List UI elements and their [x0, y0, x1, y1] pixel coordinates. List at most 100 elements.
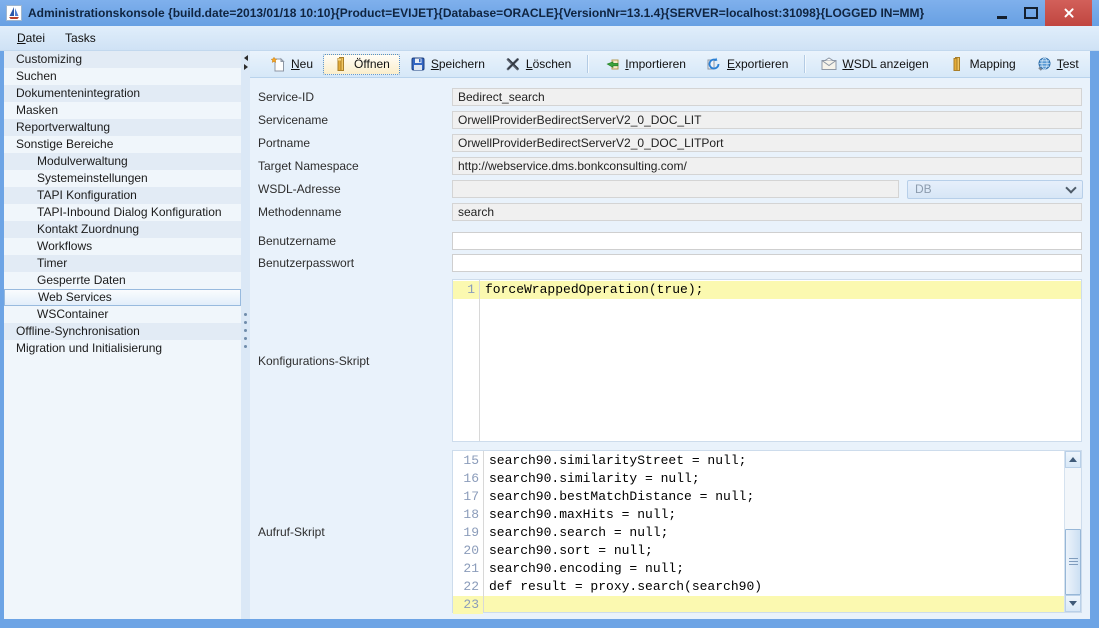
portname-label: Portname — [258, 136, 452, 150]
code-area[interactable]: search90.similarityStreet = null; search… — [484, 451, 1064, 612]
sidebar-item-label: Offline-Synchronisation — [16, 324, 140, 338]
servicename-field[interactable] — [452, 111, 1082, 129]
code-line: search90.similarityStreet = null; — [484, 452, 1064, 470]
sidebar-item-suchen[interactable]: Suchen — [4, 68, 241, 85]
line-number: 23 — [453, 596, 483, 614]
methodenname-row: Methodenname — [258, 203, 1082, 221]
portname-field[interactable] — [452, 134, 1082, 152]
methodenname-label: Methodenname — [258, 205, 452, 219]
sidebar-item-masken[interactable]: Masken — [4, 102, 241, 119]
sidebar-item-dokumentenintegration[interactable]: Dokumentenintegration — [4, 85, 241, 102]
sidebar-splitter[interactable] — [241, 51, 250, 619]
sidebar-item-customizing[interactable]: Customizing — [4, 51, 241, 68]
line-number-gutter: 1 — [453, 280, 480, 441]
menu-datei[interactable]: Datei — [8, 28, 54, 48]
code-line: search90.maxHits = null; — [484, 506, 1064, 524]
toolbar-separator — [587, 55, 588, 73]
app-icon — [6, 5, 22, 21]
wsdl-anzeigen-button[interactable]: WSDL anzeigen — [811, 54, 938, 75]
konfigurations-skript-row: Konfigurations-Skript 1 forceWrappedOper… — [258, 279, 1082, 442]
code-line: forceWrappedOperation(true); — [480, 281, 1081, 299]
scrollbar-track[interactable] — [1065, 468, 1081, 595]
sidebar-item-label: Modulverwaltung — [37, 154, 128, 168]
konfigurations-skript-editor[interactable]: 1 forceWrappedOperation(true); — [452, 279, 1082, 442]
line-number: 1 — [453, 281, 479, 299]
service-id-field[interactable] — [452, 88, 1082, 106]
code-line: search90.bestMatchDistance = null; — [484, 488, 1064, 506]
portname-row: Portname — [258, 134, 1082, 152]
window-controls — [987, 0, 1092, 26]
sidebar-item-systemeinstellungen[interactable]: Systemeinstellungen — [4, 170, 241, 187]
window-title: Administrationskonsole {build.date=2013/… — [28, 6, 981, 20]
sidebar-item-gesperrte-daten[interactable]: Gesperrte Daten — [4, 272, 241, 289]
sidebar-item-web-services[interactable]: Web Services — [4, 289, 241, 306]
code-area[interactable]: forceWrappedOperation(true); — [480, 280, 1081, 441]
webservice-form: Service-ID Servicename Portname Target N… — [250, 78, 1090, 619]
line-number: 20 — [453, 542, 483, 560]
sidebar-item-tapi-konfiguration[interactable]: TAPI Konfiguration — [4, 187, 241, 204]
folder-icon — [949, 56, 965, 72]
sidebar-item-tapi-inbound-dialog-konfiguration[interactable]: TAPI-Inbound Dialog Konfiguration — [4, 204, 241, 221]
importieren-button[interactable]: Importieren — [594, 54, 696, 75]
aufruf-skript-label: Aufruf-Skript — [258, 450, 452, 613]
title-bar: Administrationskonsole {build.date=2013/… — [0, 0, 1099, 26]
scrollbar-thumb[interactable] — [1065, 529, 1081, 595]
benutzername-field[interactable] — [452, 232, 1082, 250]
close-icon — [1063, 7, 1075, 19]
aufruf-skript-editor[interactable]: 15 16 17 18 19 20 21 22 23 search90.simi… — [452, 450, 1082, 613]
sidebar-item-kontakt-zuordnung[interactable]: Kontakt Zuordnung — [4, 221, 241, 238]
sidebar-item-label: WSContainer — [37, 307, 108, 321]
exportieren-button[interactable]: Exportieren — [696, 54, 798, 75]
sidebar-item-modulverwaltung[interactable]: Modulverwaltung — [4, 153, 241, 170]
test-button[interactable]: Test — [1026, 54, 1089, 75]
aufruf-skript-row: Aufruf-Skript 15 16 17 18 19 20 21 22 23 — [258, 450, 1082, 613]
export-arrow-icon — [706, 56, 722, 72]
line-number: 17 — [453, 488, 483, 506]
speichern-button[interactable]: Speichern — [400, 54, 495, 75]
minimize-button[interactable] — [987, 0, 1016, 26]
neu-button[interactable]: Neu — [260, 54, 323, 75]
wsdl-adresse-label: WSDL-Adresse — [258, 182, 452, 196]
sidebar-item-reportverwaltung[interactable]: Reportverwaltung — [4, 119, 241, 136]
loeschen-button[interactable]: Löschen — [495, 54, 581, 75]
splitter-collapse-arrows[interactable] — [242, 55, 249, 70]
sidebar-item-migration-und-initialisierung[interactable]: Migration und Initialisierung — [4, 340, 241, 357]
close-button[interactable] — [1045, 0, 1092, 26]
maximize-button[interactable] — [1016, 0, 1045, 26]
code-line: search90.encoding = null; — [484, 560, 1064, 578]
code-line — [484, 596, 1064, 612]
scroll-down-button[interactable] — [1065, 595, 1081, 612]
main-area: Customizing Suchen Dokumentenintegration… — [4, 51, 1090, 619]
save-icon — [410, 56, 426, 72]
db-dropdown-value: DB — [915, 182, 932, 196]
mapping-button[interactable]: Mapping — [939, 54, 1026, 75]
line-number: 21 — [453, 560, 483, 578]
db-dropdown[interactable]: DB — [907, 180, 1083, 199]
wsdl-adresse-field[interactable] — [452, 180, 899, 198]
target-namespace-label: Target Namespace — [258, 159, 452, 173]
menu-tasks[interactable]: Tasks — [56, 28, 105, 48]
code-line: def result = proxy.search(search90) — [484, 578, 1064, 596]
sidebar-item-wscontainer[interactable]: WSContainer — [4, 306, 241, 323]
oeffnen-button[interactable]: Öffnen — [323, 54, 400, 75]
benutzerpasswort-field[interactable] — [452, 254, 1082, 272]
sidebar-item-label: Masken — [16, 103, 58, 117]
sidebar-item-timer[interactable]: Timer — [4, 255, 241, 272]
sidebar-item-offline-synchronisation[interactable]: Offline-Synchronisation — [4, 323, 241, 340]
splitter-grip-icon — [244, 313, 247, 348]
vertical-scrollbar[interactable] — [1064, 451, 1081, 612]
line-number: 19 — [453, 524, 483, 542]
scroll-up-button[interactable] — [1065, 451, 1081, 468]
sidebar-item-label: TAPI Konfiguration — [37, 188, 137, 202]
sidebar-item-label: Reportverwaltung — [16, 120, 110, 134]
methodenname-field[interactable] — [452, 203, 1082, 221]
sidebar-item-label: Suchen — [16, 69, 57, 83]
target-namespace-field[interactable] — [452, 157, 1082, 175]
line-number: 18 — [453, 506, 483, 524]
sidebar-item-workflows[interactable]: Workflows — [4, 238, 241, 255]
sidebar-item-label: Systemeinstellungen — [37, 171, 148, 185]
chevron-up-icon — [1069, 457, 1077, 462]
sidebar-item-sonstige-bereiche[interactable]: Sonstige Bereiche — [4, 136, 241, 153]
benutzerpasswort-label: Benutzerpasswort — [258, 256, 452, 270]
toolbar-separator — [804, 55, 805, 73]
